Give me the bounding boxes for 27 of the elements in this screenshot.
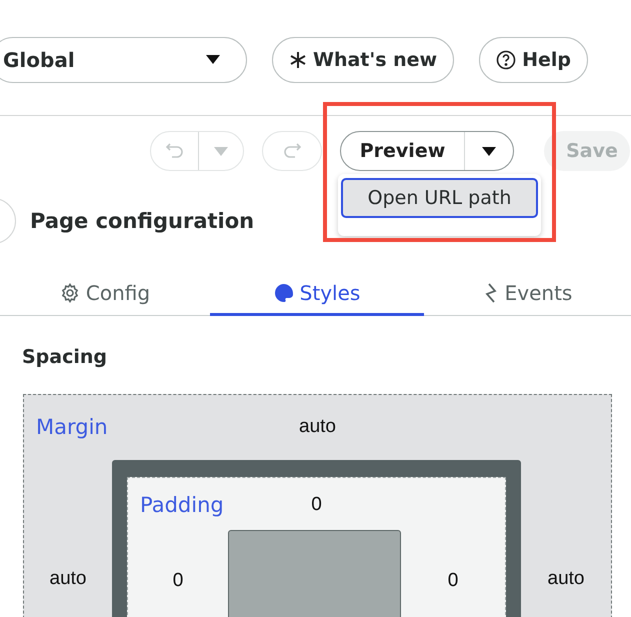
caret-icon (206, 55, 220, 64)
asterisk-icon (289, 50, 307, 68)
padding-left-value[interactable]: 0 (172, 570, 184, 592)
margin-right-value[interactable]: auto (548, 568, 584, 590)
scope-select[interactable]: Global (0, 36, 247, 82)
menu-item[interactable]: Open URL path (341, 178, 538, 218)
tab[interactable]: Events (424, 272, 631, 316)
padding-label: Padding (139, 492, 225, 516)
padding-right-value[interactable]: 0 (448, 570, 458, 592)
tab[interactable]: Config (0, 272, 210, 316)
help-button[interactable]: Help (479, 36, 588, 82)
redo-icon (282, 141, 302, 161)
gear-icon (60, 282, 80, 302)
help-icon (496, 50, 516, 70)
undo-icon (164, 141, 184, 161)
section-heading: Spacing (22, 346, 108, 368)
palette-icon (274, 282, 294, 302)
lightning-icon (482, 282, 499, 302)
margin-label: Margin (35, 414, 109, 438)
tab[interactable]: Styles (210, 272, 424, 316)
margin-top-value[interactable]: auto (299, 416, 336, 438)
panel-title: Page configuration (30, 209, 254, 233)
whats-new-button[interactable]: What's new (272, 36, 454, 82)
margin-left-value[interactable]: auto (50, 568, 86, 590)
padding-top-value[interactable]: 0 (311, 494, 322, 516)
caret-icon (214, 146, 228, 156)
caret-icon (482, 146, 496, 156)
